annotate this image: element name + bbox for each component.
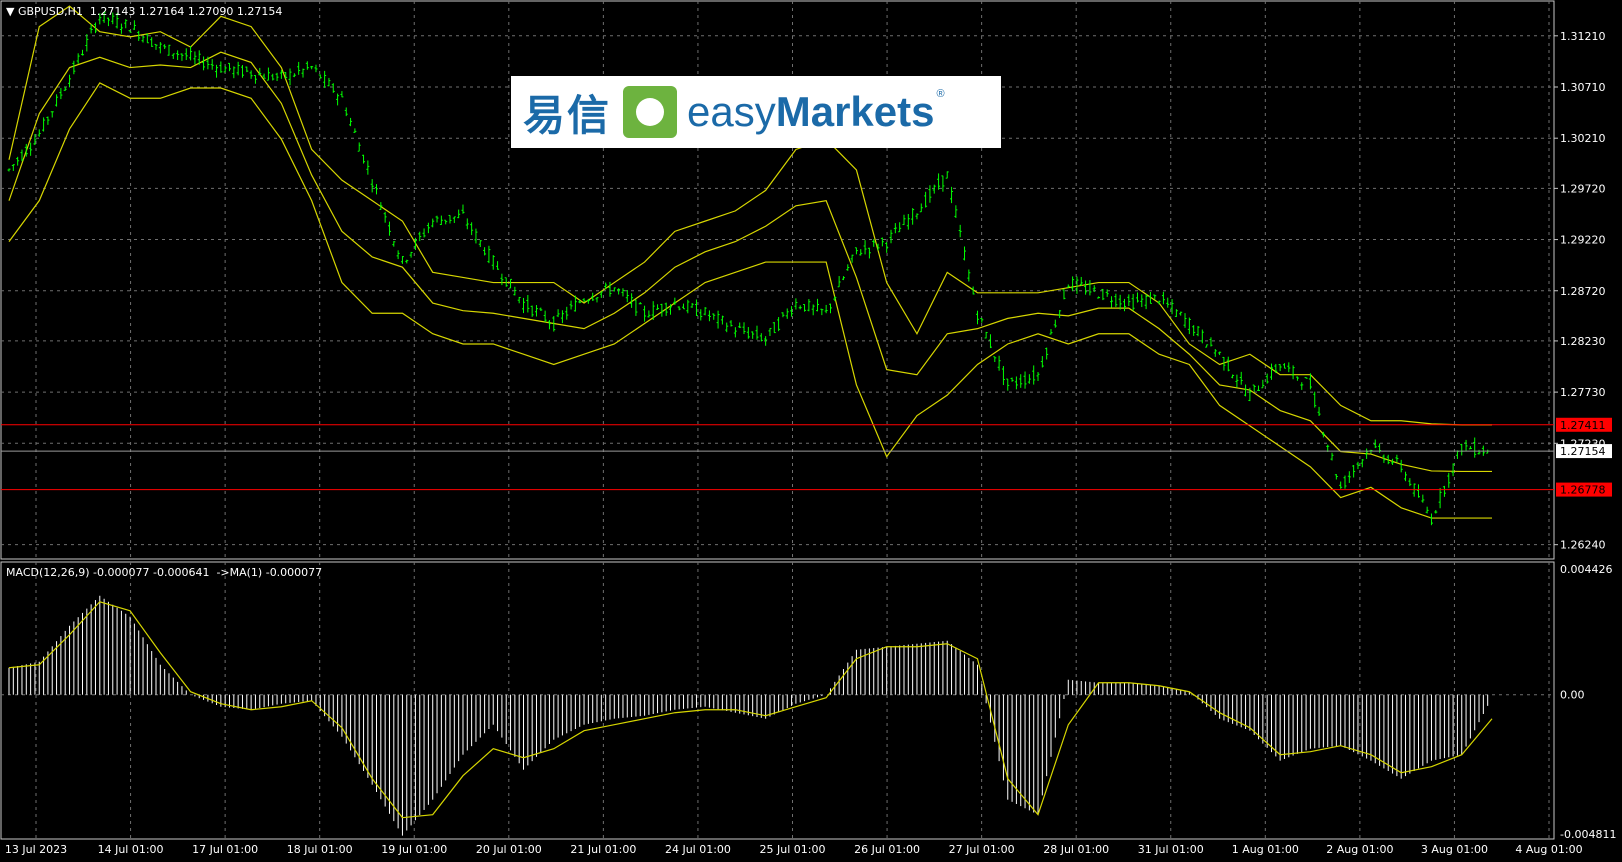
x-tick-label: 1 Aug 01:00 — [1232, 843, 1299, 856]
x-tick-label: 13 Jul 2023 — [5, 843, 67, 856]
easymarkets-logo: 易信 easyMarkets ® — [511, 76, 1001, 148]
symbol-info: GBPUSD,H1 1.27143 1.27164 1.27090 1.2715… — [17, 5, 283, 18]
y-tick-label: 1.26240 — [1560, 539, 1606, 552]
logo-en-light: easy — [687, 88, 776, 135]
y-tick-label: 1.28230 — [1560, 335, 1606, 348]
x-tick-label: 14 Jul 01:00 — [98, 843, 164, 856]
y-tick-label: 1.30710 — [1560, 81, 1606, 94]
y-tick-label: 1.28720 — [1560, 285, 1606, 298]
x-tick-label: 31 Jul 01:00 — [1138, 843, 1204, 856]
x-tick-label: 4 Aug 01:00 — [1515, 843, 1582, 856]
x-tick-label: 28 Jul 01:00 — [1043, 843, 1109, 856]
y-tick-label: 1.29220 — [1560, 234, 1606, 247]
x-tick-label: 3 Aug 01:00 — [1421, 843, 1488, 856]
y-tick-label: 1.27730 — [1560, 386, 1606, 399]
x-tick-label: 19 Jul 01:00 — [381, 843, 447, 856]
x-tick-label: 21 Jul 01:00 — [570, 843, 636, 856]
symbol-dropdown-icon[interactable]: ▼ — [6, 5, 18, 18]
bollinger-upper — [8, 5, 1492, 426]
x-tick-label: 25 Jul 01:00 — [760, 843, 826, 856]
x-tick-label: 26 Jul 01:00 — [854, 843, 920, 856]
x-tick-label: 20 Jul 01:00 — [476, 843, 542, 856]
macd-signal-line — [8, 601, 1493, 819]
macd-y-tick-label: 0.004426 — [1560, 563, 1613, 576]
bollinger-lower — [8, 82, 1492, 519]
y-tick-label: 1.30210 — [1560, 132, 1606, 145]
current-price-label: 1.27154 — [1560, 445, 1606, 458]
x-tick-label: 17 Jul 01:00 — [192, 843, 258, 856]
macd-y-tick-label: -0.004811 — [1560, 828, 1616, 841]
logo-cn-text: 易信 — [523, 90, 612, 140]
x-tick-label: 24 Jul 01:00 — [665, 843, 731, 856]
macd-info: MACD(12,26,9) -0.000077 -0.000641 ->MA(1… — [6, 566, 323, 579]
x-tick-label: 27 Jul 01:00 — [949, 843, 1015, 856]
x-tick-label: 2 Aug 01:00 — [1326, 843, 1393, 856]
macd-y-tick-label: 0.00 — [1560, 689, 1585, 702]
logo-en-bold: Markets — [775, 88, 935, 135]
y-tick-label: 1.31210 — [1560, 30, 1606, 43]
y-tick-label: 1.29720 — [1560, 182, 1606, 195]
logo-mark-icon — [623, 86, 678, 138]
price-label: 1.27411 — [1560, 419, 1606, 432]
price-label: 1.26778 — [1560, 484, 1606, 497]
logo-reg-mark: ® — [936, 88, 945, 100]
x-tick-label: 18 Jul 01:00 — [287, 843, 353, 856]
